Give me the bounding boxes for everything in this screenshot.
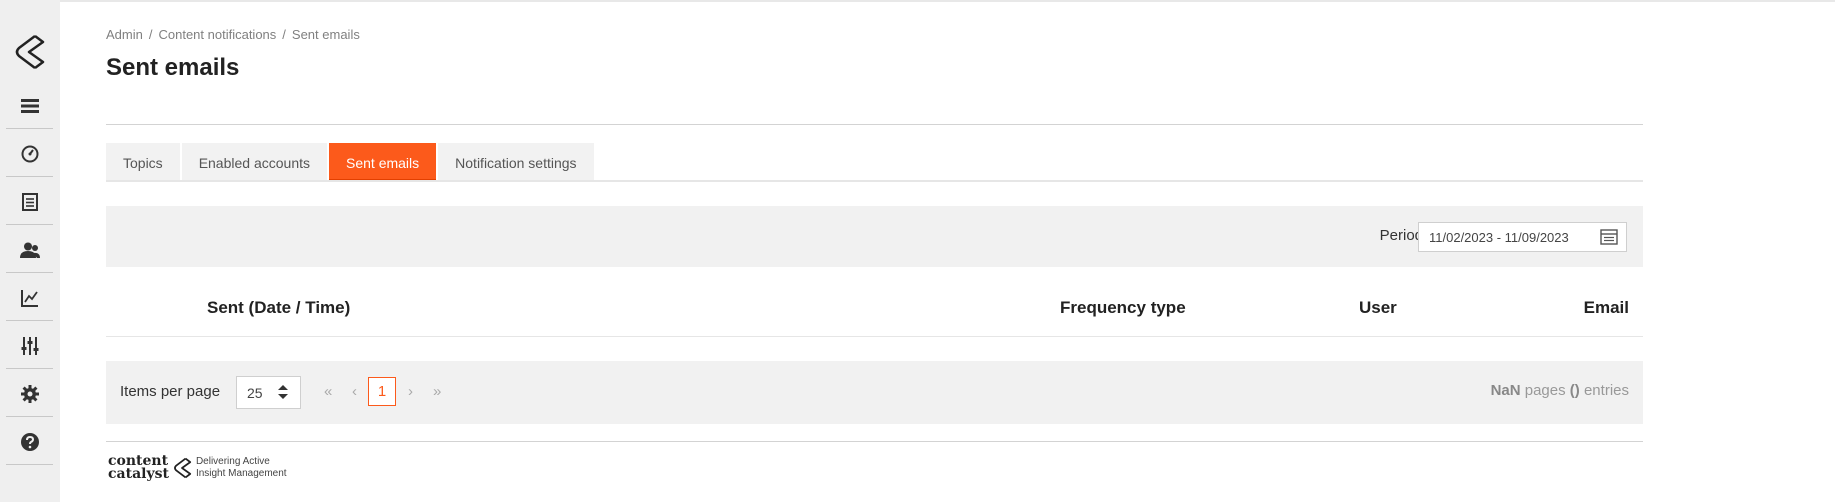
page-1-button[interactable]: 1	[368, 377, 396, 406]
sidebar-item-content[interactable]	[6, 178, 54, 225]
app-logo-icon[interactable]	[12, 32, 46, 72]
tab-underline	[106, 180, 1643, 182]
sidebar-item-help[interactable]	[6, 418, 54, 465]
breadcrumb-current: Sent emails	[291, 27, 360, 42]
brand-mark-icon	[174, 457, 192, 479]
dashboard-icon	[21, 145, 39, 162]
period-label: Period	[1379, 227, 1423, 244]
last-page-button[interactable]: »	[433, 383, 441, 400]
chart-icon	[21, 289, 38, 307]
sidebar-divider	[6, 128, 53, 129]
sidebar-divider	[6, 176, 53, 177]
column-header-email[interactable]: Email	[1584, 298, 1629, 318]
column-header-user[interactable]: User	[1359, 298, 1397, 318]
breadcrumb-separator: /	[282, 27, 286, 42]
page-title: Sent emails	[106, 54, 240, 81]
document-icon	[22, 192, 38, 211]
help-icon	[21, 432, 39, 451]
menu-icon	[21, 98, 39, 113]
next-page-button[interactable]: ›	[408, 383, 413, 400]
breadcrumb-admin[interactable]: Admin	[106, 27, 143, 42]
calendar-icon[interactable]	[1600, 229, 1618, 245]
table-header: Sent (Date / Time) Frequency type User E…	[106, 290, 1643, 337]
tagline-line-1: Delivering Active	[195, 456, 270, 467]
breadcrumb: Admin / Content notifications / Sent emails	[106, 27, 360, 42]
users-icon	[20, 242, 40, 258]
gear-icon	[21, 384, 39, 403]
period-date-range-input[interactable]: 11/02/2023 - 11/09/2023	[1418, 222, 1627, 252]
breadcrumb-content-notifications[interactable]: Content notifications	[158, 27, 276, 42]
items-per-page-label: Items per page	[120, 383, 221, 400]
items-per-page-select[interactable]: 25	[236, 376, 301, 409]
tab-notification-settings[interactable]: Notification settings	[438, 143, 594, 182]
column-header-sent[interactable]: Sent (Date / Time)	[207, 298, 350, 318]
pages-count: NaN	[1490, 382, 1521, 399]
entries-count: ()	[1569, 382, 1580, 399]
sidebar-item-menu[interactable]	[6, 82, 54, 129]
sidebar	[0, 0, 60, 502]
top-border	[60, 0, 1835, 2]
tab-bar: Topics Enabled accounts Sent emails Noti…	[106, 143, 596, 182]
sidebar-divider	[6, 464, 53, 465]
brand-line-2: catalyst	[108, 466, 169, 482]
tab-sent-emails[interactable]: Sent emails	[329, 143, 437, 182]
pages-word: pages	[1524, 382, 1566, 399]
items-per-page-value: 25	[247, 384, 263, 401]
footer-divider	[106, 441, 1643, 442]
sidebar-item-settings-sliders[interactable]	[6, 322, 54, 369]
sidebar-item-users[interactable]	[6, 226, 54, 273]
brand-name: content catalyst	[108, 454, 169, 482]
sidebar-item-analytics[interactable]	[6, 274, 54, 321]
tab-enabled-accounts[interactable]: Enabled accounts	[181, 143, 327, 182]
sidebar-divider	[6, 272, 53, 273]
sidebar-divider	[6, 416, 53, 417]
breadcrumb-separator: /	[148, 27, 153, 42]
sidebar-item-settings[interactable]	[6, 370, 54, 417]
footer-logo: content catalyst Delivering Active Insig…	[108, 454, 287, 482]
pagination-bar: Items per page 25 « ‹ 1 › » NaN pages ()…	[106, 361, 1643, 424]
sort-arrows-icon	[278, 385, 288, 399]
brand-tagline: Delivering Active Insight Management	[196, 456, 287, 480]
period-value: 11/02/2023 - 11/09/2023	[1429, 229, 1569, 245]
sidebar-divider	[6, 368, 53, 369]
entries-word: entries	[1583, 382, 1629, 399]
prev-page-button[interactable]: ‹	[352, 383, 357, 400]
sidebar-item-dashboard[interactable]	[6, 130, 54, 177]
tagline-line-2: Insight Management	[195, 468, 287, 479]
column-header-frequency-type[interactable]: Frequency type	[1060, 298, 1186, 318]
filter-bar: Period 11/02/2023 - 11/09/2023	[106, 206, 1643, 267]
pagination-summary: NaN pages () entries	[1491, 382, 1629, 399]
sliders-icon	[21, 336, 39, 355]
sidebar-divider	[6, 320, 53, 321]
first-page-button[interactable]: «	[324, 383, 332, 400]
header-divider	[106, 124, 1643, 125]
tab-topics[interactable]: Topics	[106, 143, 180, 182]
sidebar-divider	[6, 224, 53, 225]
